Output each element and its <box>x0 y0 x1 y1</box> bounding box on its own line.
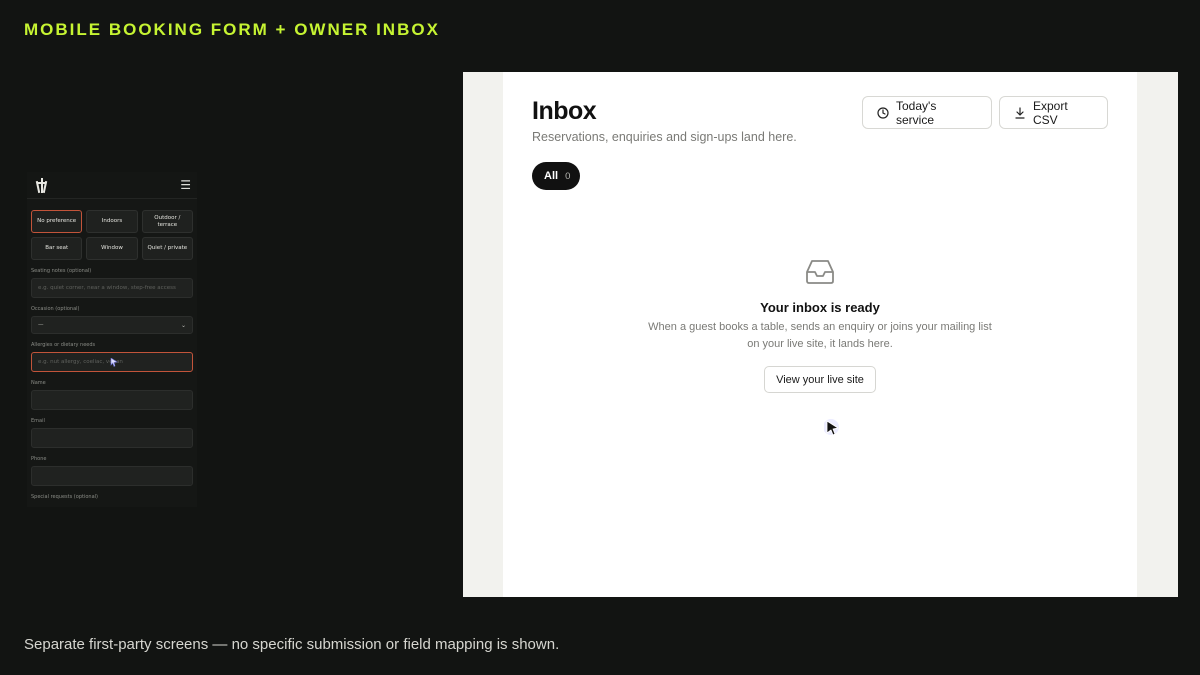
mobile-header: ☰ <box>27 172 197 199</box>
inbox-tray-icon <box>806 260 834 284</box>
page-subtitle: Reservations, enquiries and sign-ups lan… <box>532 130 797 144</box>
page-title: Inbox <box>532 97 597 125</box>
owner-inbox-window: Inbox Reservations, enquiries and sign-u… <box>463 72 1178 597</box>
occasion-select[interactable]: — ⌄ <box>31 316 193 334</box>
inbox-panel: Inbox Reservations, enquiries and sign-u… <box>503 72 1137 597</box>
filter-all-pill[interactable]: All 0 <box>532 162 580 190</box>
occasion-label: Occasion (optional) <box>31 306 80 312</box>
seating-notes-input[interactable]: e.g. quiet corner, near a window, step-f… <box>31 278 193 298</box>
email-label: Email <box>31 418 45 424</box>
mouse-cursor-icon <box>110 358 118 367</box>
hamburger-icon[interactable]: ☰ <box>180 179 191 191</box>
occasion-value: — <box>38 322 44 328</box>
export-csv-label: Export CSV <box>1033 98 1068 127</box>
export-csv-button[interactable]: Export CSV <box>999 96 1108 129</box>
name-label: Name <box>31 380 46 386</box>
phone-label: Phone <box>31 456 47 462</box>
todays-service-label: Today's service <box>896 98 937 127</box>
restaurant-logo-icon[interactable] <box>35 177 48 194</box>
name-input[interactable] <box>31 390 193 410</box>
seat-option-outdoor-terrace[interactable]: Outdoor / terrace <box>141 210 193 233</box>
allergies-label: Allergies or dietary needs <box>31 342 96 348</box>
seating-preference-grid: No preference Indoors Outdoor / terrace … <box>27 199 197 260</box>
chevron-down-icon: ⌄ <box>180 321 186 329</box>
slide-caption: Separate first-party screens — no specif… <box>24 636 560 653</box>
phone-input[interactable] <box>31 466 193 486</box>
mouse-cursor-icon <box>824 419 839 436</box>
todays-service-button[interactable]: Today's service <box>862 96 992 129</box>
clock-icon <box>877 106 889 119</box>
email-input[interactable] <box>31 428 193 448</box>
seat-option-bar-seat[interactable]: Bar seat <box>31 237 83 260</box>
allergies-input[interactable]: e.g. nut allergy, coeliac, vegan <box>31 352 193 372</box>
special-requests-label: Special requests (optional) <box>31 494 98 500</box>
seating-notes-label: Seating notes (optional) <box>31 268 92 274</box>
seat-option-indoors[interactable]: Indoors <box>86 210 138 233</box>
mobile-booking-form: ☰ No preference Indoors Outdoor / terrac… <box>27 172 197 507</box>
view-live-site-button[interactable]: View your live site <box>764 366 876 393</box>
seat-option-window[interactable]: Window <box>86 237 138 260</box>
seat-option-no-preference[interactable]: No preference <box>31 210 83 233</box>
filter-count-badge: 0 <box>565 170 571 182</box>
seat-option-quiet-private[interactable]: Quiet / private <box>141 237 193 260</box>
slide-title: MOBILE BOOKING FORM + OWNER INBOX <box>24 20 440 39</box>
filter-label: All <box>544 170 559 182</box>
empty-state-description: When a guest books a table, sends an enq… <box>648 321 992 350</box>
download-icon <box>1015 106 1025 119</box>
empty-state-title: Your inbox is ready <box>760 300 880 315</box>
